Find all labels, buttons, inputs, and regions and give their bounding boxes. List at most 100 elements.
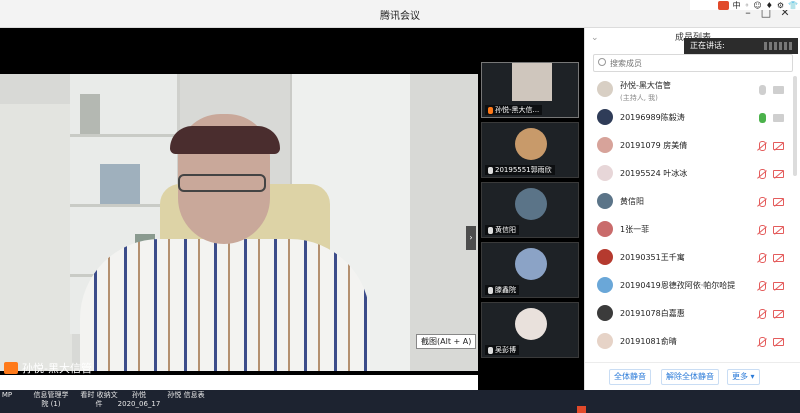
taskbar-item[interactable]: MP bbox=[0, 391, 14, 400]
member-avatar bbox=[597, 249, 613, 265]
member-row[interactable]: 20191079 房美倩 bbox=[585, 132, 800, 160]
volume-bars-icon bbox=[764, 42, 792, 50]
thumbnail-tile[interactable]: 孙悦-黑大信... bbox=[481, 62, 579, 118]
taskbar-item[interactable]: 信息管理学 院 (1) bbox=[26, 391, 76, 409]
meeting-window: 腾讯会议 – □ ✕ 中 ◦ ☺ ♦ ⚙ 👕 孙悦-黑大信管 › 截图(Alt … bbox=[0, 0, 800, 390]
member-search[interactable] bbox=[593, 54, 793, 72]
ime-chinese-icon[interactable]: 中 bbox=[733, 0, 741, 11]
unmute-all-button[interactable]: 解除全体静音 bbox=[661, 369, 719, 385]
member-panel-footer: 全体静音 解除全体静音 更多 ▾ bbox=[585, 362, 800, 390]
more-button[interactable]: 更多 ▾ bbox=[727, 369, 760, 385]
taskbar-item-label: MP bbox=[1, 391, 13, 399]
settings-icon[interactable]: ⚙ bbox=[777, 1, 784, 10]
member-row[interactable]: 20190351王千寓 bbox=[585, 244, 800, 272]
thumbnail-label: 黄信阳 bbox=[485, 225, 519, 235]
taskbar-item-label: 孙悦 信息表 bbox=[167, 391, 205, 399]
thumbnail-name: 吴彭博 bbox=[495, 346, 516, 354]
member-camera-icon[interactable] bbox=[773, 86, 784, 94]
taskbar-item-label: 孙悦 bbox=[132, 391, 146, 399]
taskbar-item[interactable]: 孙悦 信息表 bbox=[164, 391, 208, 400]
member-name: 20191081俞晴 bbox=[620, 337, 677, 346]
member-row[interactable]: 孙悦-黑大信管 (主持人, 我) bbox=[585, 76, 800, 104]
speaker-label: 孙悦-黑大信管 bbox=[4, 360, 92, 375]
member-row[interactable]: 20191078白嘉惠 bbox=[585, 300, 800, 328]
taskbar-app-icon[interactable] bbox=[577, 406, 586, 413]
taskbar: MP 信息管理学 院 (1) 看时 收纳文 件 孙悦 2020_06_17 孙悦… bbox=[0, 390, 800, 413]
member-panel: ⌄ 成员列表 正在讲话: 孙悦-黑大信管(主持人, 我)20196989陈毅涛2… bbox=[584, 28, 800, 390]
member-row[interactable]: 20195524 叶冰冰 bbox=[585, 160, 800, 188]
speaker-name: 孙悦-黑大信管 bbox=[22, 362, 92, 375]
thumbnail-name: 黄信阳 bbox=[495, 226, 516, 234]
thumbnail-label: 孙悦-黑大信... bbox=[485, 105, 543, 115]
taskbar-item[interactable]: 孙悦 2020_06_17 bbox=[116, 391, 162, 409]
video-thumbnail-strip: 孙悦-黑大信... 20195551郭雨欣 黄信阳 滕鑫院 吴彭博 bbox=[478, 28, 584, 390]
speaker-video bbox=[0, 74, 478, 371]
member-avatar bbox=[597, 81, 613, 97]
thumbnail-label: 滕鑫院 bbox=[485, 285, 519, 295]
thumbnail-name: 20195551郭雨欣 bbox=[495, 166, 552, 174]
background-cabinet bbox=[0, 104, 72, 371]
member-name: 20191078白嘉惠 bbox=[620, 309, 685, 318]
member-avatar bbox=[597, 109, 613, 125]
member-camera-icon[interactable] bbox=[773, 114, 784, 122]
speaker-mic-icon bbox=[4, 362, 18, 374]
skin-icon[interactable]: 👕 bbox=[788, 1, 798, 10]
participant-avatar bbox=[515, 248, 547, 280]
ime-logo-icon[interactable] bbox=[717, 0, 729, 10]
thumbnail-label: 20195551郭雨欣 bbox=[485, 165, 555, 175]
speaker-body bbox=[80, 239, 370, 371]
participant-avatar bbox=[515, 128, 547, 160]
speaking-label: 正在讲话: bbox=[690, 41, 725, 50]
member-mic-icon[interactable] bbox=[759, 85, 766, 95]
member-list-scrollbar[interactable] bbox=[793, 76, 797, 176]
member-avatar bbox=[597, 165, 613, 181]
member-name: 孙悦-黑大信管 bbox=[620, 81, 671, 90]
member-row[interactable]: 1张一菲 bbox=[585, 216, 800, 244]
window-title: 腾讯会议 bbox=[380, 11, 420, 22]
member-row[interactable]: 20191081俞晴 bbox=[585, 328, 800, 356]
member-name: 20190419恩德孜阿依·帕尔哈提 bbox=[620, 281, 736, 290]
member-list: 孙悦-黑大信管 (主持人, 我) 20196989陈毅涛 20191079 房美倩 20… bbox=[585, 76, 800, 358]
emoji-icon[interactable]: ☺ bbox=[753, 1, 761, 10]
member-row[interactable]: 20196989陈毅涛 bbox=[585, 104, 800, 132]
system-tray: 中 ◦ ☺ ♦ ⚙ 👕 bbox=[690, 0, 800, 10]
thumbnail-name: 滕鑫院 bbox=[495, 286, 516, 294]
thumbnail-tile[interactable]: 黄信阳 bbox=[481, 182, 579, 238]
member-avatar bbox=[597, 137, 613, 153]
member-avatar bbox=[597, 305, 613, 321]
participant-avatar bbox=[515, 308, 547, 340]
member-row[interactable]: 黄信阳 bbox=[585, 188, 800, 216]
member-name: 黄信阳 bbox=[620, 197, 644, 206]
participant-avatar bbox=[515, 188, 547, 220]
main-video-stage[interactable]: 孙悦-黑大信管 › bbox=[0, 28, 478, 375]
speaker-glasses bbox=[178, 174, 266, 192]
member-name: 20191079 房美倩 bbox=[620, 141, 688, 150]
taskbar-item-label: 信息管理学 bbox=[33, 391, 69, 399]
member-mic-icon[interactable] bbox=[759, 113, 766, 123]
mute-all-button[interactable]: 全体静音 bbox=[609, 369, 651, 385]
thumbnail-tile[interactable]: 滕鑫院 bbox=[481, 242, 579, 298]
mic-icon bbox=[488, 106, 493, 114]
speaking-indicator: 正在讲话: bbox=[684, 38, 798, 54]
thumbnail-name: 孙悦-黑大信... bbox=[495, 106, 540, 114]
thumbnail-tile[interactable]: 吴彭博 bbox=[481, 302, 579, 358]
thumbnail-tile[interactable]: 20195551郭雨欣 bbox=[481, 122, 579, 178]
collapse-thumbnails-button[interactable]: › bbox=[466, 226, 476, 250]
mic-icon bbox=[488, 166, 493, 174]
mic-icon bbox=[488, 346, 493, 354]
member-name: 1张一菲 bbox=[620, 225, 650, 234]
thumbnail-video bbox=[512, 63, 552, 101]
member-row[interactable] bbox=[585, 356, 800, 358]
taskbar-item-label: 2020_06_17 bbox=[117, 400, 161, 408]
books bbox=[100, 164, 140, 204]
member-row[interactable]: 20190419恩德孜阿依·帕尔哈提 bbox=[585, 272, 800, 300]
punctuation-icon[interactable]: ◦ bbox=[745, 1, 750, 10]
member-avatar bbox=[597, 221, 613, 237]
screenshot-tooltip: 截图(Alt + A) bbox=[416, 334, 477, 349]
member-search-input[interactable] bbox=[610, 56, 786, 70]
member-name: 20196989陈毅涛 bbox=[620, 113, 685, 122]
mic-icon bbox=[488, 286, 493, 294]
voice-icon[interactable]: ♦ bbox=[766, 1, 773, 10]
member-role: (主持人, 我) bbox=[620, 94, 658, 102]
member-name: 20195524 叶冰冰 bbox=[620, 169, 688, 178]
